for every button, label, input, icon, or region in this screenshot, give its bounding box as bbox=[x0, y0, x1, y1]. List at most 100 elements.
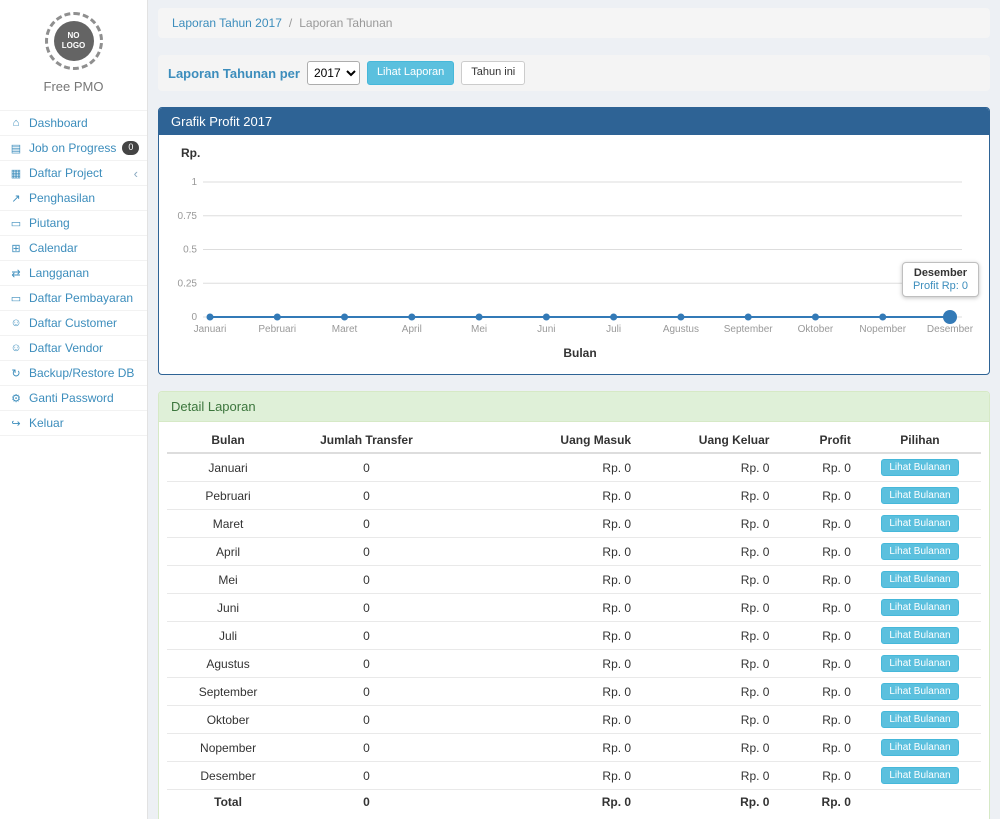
sidebar-item-penghasilan[interactable]: ↗Penghasilan bbox=[0, 186, 147, 211]
lihat-laporan-button[interactable]: Lihat Laporan bbox=[367, 61, 454, 84]
calendar-icon: ⊞ bbox=[9, 242, 23, 255]
table-row: April0Rp. 0Rp. 0Rp. 0Lihat Bulanan bbox=[167, 538, 981, 566]
detail-report-panel: Detail Laporan Bulan Jumlah Transfer Uan… bbox=[158, 391, 990, 819]
svg-text:0.75: 0.75 bbox=[178, 211, 198, 222]
cell-profit: Rp. 0 bbox=[777, 453, 858, 482]
sidebar-item-label: Daftar Vendor bbox=[29, 341, 103, 355]
col-transfer: Jumlah Transfer bbox=[289, 428, 444, 453]
sidebar-item-daftar-customer[interactable]: ☺Daftar Customer bbox=[0, 311, 147, 336]
table-icon: ▦ bbox=[9, 167, 23, 180]
sidebar-item-job-on-progress[interactable]: ▤ Job on Progress 0 bbox=[0, 136, 147, 161]
cell-masuk: Rp. 0 bbox=[444, 482, 639, 510]
cell-transfer: 0 bbox=[289, 678, 444, 706]
job-count-badge: 0 bbox=[122, 141, 139, 155]
sidebar-item-daftar-project[interactable]: ▦Daftar Project‹ bbox=[0, 161, 147, 186]
svg-text:Mei: Mei bbox=[471, 324, 487, 335]
cell-masuk: Rp. 0 bbox=[444, 650, 639, 678]
cell-transfer: 0 bbox=[289, 622, 444, 650]
lihat-bulanan-button[interactable]: Lihat Bulanan bbox=[881, 599, 958, 616]
sidebar-item-label: Daftar Customer bbox=[29, 316, 117, 330]
cell-bulan: Mei bbox=[167, 566, 289, 594]
tahun-ini-button[interactable]: Tahun ini bbox=[461, 61, 525, 84]
logo-stamp-icon: NO LOGO bbox=[45, 12, 103, 70]
cell-keluar: Rp. 0 bbox=[639, 734, 777, 762]
lihat-bulanan-button[interactable]: Lihat Bulanan bbox=[881, 739, 958, 756]
cell-profit: Rp. 0 bbox=[777, 678, 858, 706]
table-row: Maret0Rp. 0Rp. 0Rp. 0Lihat Bulanan bbox=[167, 510, 981, 538]
lihat-bulanan-button[interactable]: Lihat Bulanan bbox=[881, 683, 958, 700]
cell-profit: Rp. 0 bbox=[777, 706, 858, 734]
year-select[interactable]: 2017 bbox=[307, 61, 360, 85]
payment-icon: ▭ bbox=[9, 292, 23, 305]
cell-masuk: Rp. 0 bbox=[444, 622, 639, 650]
table-row: September0Rp. 0Rp. 0Rp. 0Lihat Bulanan bbox=[167, 678, 981, 706]
sidebar-item-dashboard[interactable]: ⌂Dashboard bbox=[0, 111, 147, 136]
cell-bulan: Januari bbox=[167, 453, 289, 482]
cell-masuk: Rp. 0 bbox=[444, 566, 639, 594]
col-masuk: Uang Masuk bbox=[444, 428, 639, 453]
sidebar-item-backup-restore-db[interactable]: ↻Backup/Restore DB bbox=[0, 361, 147, 386]
cell-masuk: Rp. 0 bbox=[444, 453, 639, 482]
tasks-icon: ▤ bbox=[9, 142, 23, 155]
col-keluar: Uang Keluar bbox=[639, 428, 777, 453]
cell-masuk: Rp. 0 bbox=[444, 510, 639, 538]
lihat-bulanan-button[interactable]: Lihat Bulanan bbox=[881, 459, 958, 476]
chevron-left-icon: ‹ bbox=[134, 167, 138, 180]
cell-transfer: 0 bbox=[289, 706, 444, 734]
cell-profit: Rp. 0 bbox=[777, 566, 858, 594]
cell-keluar: Rp. 0 bbox=[639, 650, 777, 678]
sidebar-item-calendar[interactable]: ⊞Calendar bbox=[0, 236, 147, 261]
sidebar-item-ganti-password[interactable]: ⚙Ganti Password bbox=[0, 386, 147, 411]
total-transfer: 0 bbox=[289, 790, 444, 815]
cell-keluar: Rp. 0 bbox=[639, 453, 777, 482]
chart-panel-title: Grafik Profit 2017 bbox=[159, 108, 989, 135]
lihat-bulanan-button[interactable]: Lihat Bulanan bbox=[881, 711, 958, 728]
lihat-bulanan-button[interactable]: Lihat Bulanan bbox=[881, 627, 958, 644]
sidebar-item-daftar-vendor[interactable]: ☺Daftar Vendor bbox=[0, 336, 147, 361]
cell-transfer: 0 bbox=[289, 594, 444, 622]
sidebar-item-label: Job on Progress bbox=[29, 141, 116, 155]
svg-text:April: April bbox=[402, 324, 422, 335]
svg-text:Rp.: Rp. bbox=[181, 146, 200, 160]
sidebar-item-piutang[interactable]: ▭Piutang bbox=[0, 211, 147, 236]
profit-chart: 00.250.50.751Rp.JanuariPebruariMaretApri… bbox=[159, 135, 989, 374]
lihat-bulanan-button[interactable]: Lihat Bulanan bbox=[881, 655, 958, 672]
cell-transfer: 0 bbox=[289, 482, 444, 510]
filter-label: Laporan Tahunan per bbox=[168, 66, 300, 81]
svg-text:Bulan: Bulan bbox=[563, 346, 596, 360]
col-profit: Profit bbox=[777, 428, 858, 453]
sidebar-item-label: Keluar bbox=[29, 416, 64, 430]
col-bulan: Bulan bbox=[167, 428, 289, 453]
lihat-bulanan-button[interactable]: Lihat Bulanan bbox=[881, 487, 958, 504]
table-total-row: Total 0 Rp. 0 Rp. 0 Rp. 0 bbox=[167, 790, 981, 815]
cell-keluar: Rp. 0 bbox=[639, 566, 777, 594]
table-row: Januari0Rp. 0Rp. 0Rp. 0Lihat Bulanan bbox=[167, 453, 981, 482]
breadcrumb-link-year-report[interactable]: Laporan Tahun 2017 bbox=[172, 16, 282, 30]
cell-masuk: Rp. 0 bbox=[444, 706, 639, 734]
cell-masuk: Rp. 0 bbox=[444, 678, 639, 706]
table-row: Oktober0Rp. 0Rp. 0Rp. 0Lihat Bulanan bbox=[167, 706, 981, 734]
sidebar-item-label: Piutang bbox=[29, 216, 70, 230]
sidebar-item-label: Backup/Restore DB bbox=[29, 366, 134, 380]
total-masuk: Rp. 0 bbox=[444, 790, 639, 815]
cell-transfer: 0 bbox=[289, 650, 444, 678]
svg-text:Oktober: Oktober bbox=[798, 324, 834, 335]
cell-keluar: Rp. 0 bbox=[639, 594, 777, 622]
chart-tooltip: Desember Profit Rp: 0 bbox=[902, 262, 979, 297]
table-row: Nopember0Rp. 0Rp. 0Rp. 0Lihat Bulanan bbox=[167, 734, 981, 762]
sidebar-item-langganan[interactable]: ⇄Langganan bbox=[0, 261, 147, 286]
cell-keluar: Rp. 0 bbox=[639, 678, 777, 706]
cell-profit: Rp. 0 bbox=[777, 510, 858, 538]
cell-profit: Rp. 0 bbox=[777, 538, 858, 566]
cell-bulan: Agustus bbox=[167, 650, 289, 678]
sidebar-item-daftar-pembayaran[interactable]: ▭Daftar Pembayaran bbox=[0, 286, 147, 311]
svg-text:Agustus: Agustus bbox=[663, 324, 699, 335]
lihat-bulanan-button[interactable]: Lihat Bulanan bbox=[881, 515, 958, 532]
lihat-bulanan-button[interactable]: Lihat Bulanan bbox=[881, 571, 958, 588]
lihat-bulanan-button[interactable]: Lihat Bulanan bbox=[881, 767, 958, 784]
col-pilihan: Pilihan bbox=[859, 428, 981, 453]
cell-masuk: Rp. 0 bbox=[444, 762, 639, 790]
table-row: Juli0Rp. 0Rp. 0Rp. 0Lihat Bulanan bbox=[167, 622, 981, 650]
sidebar-item-keluar[interactable]: ↪Keluar bbox=[0, 411, 147, 436]
lihat-bulanan-button[interactable]: Lihat Bulanan bbox=[881, 543, 958, 560]
